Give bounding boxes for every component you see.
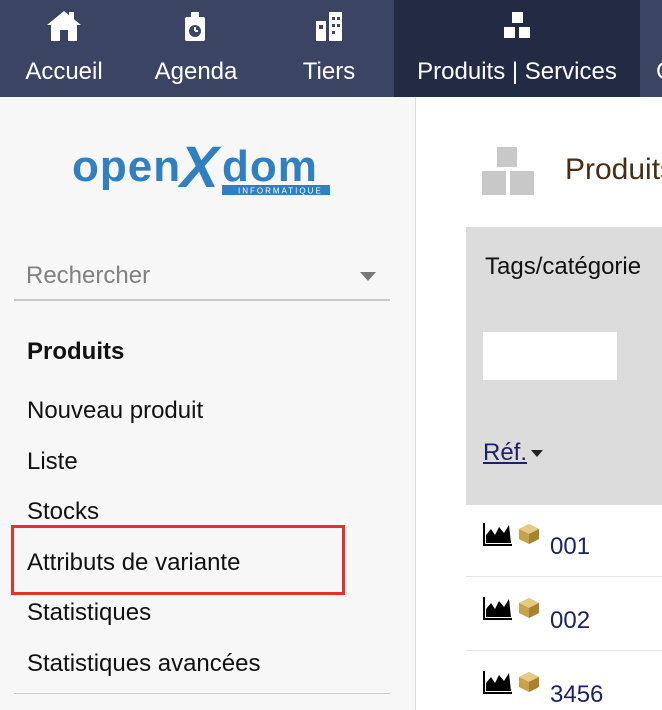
menu-item-statistiques[interactable]: Statistiques: [27, 599, 151, 627]
menu-item-nouveau-produit[interactable]: Nouveau produit: [27, 397, 203, 425]
sort-ref-label: Réf.: [483, 439, 528, 466]
nav-item-more[interactable]: C: [640, 0, 662, 97]
product-ref-link[interactable]: 001: [550, 533, 590, 561]
left-sidebar: open X dom INFORMATIQUE Produits Nouveau…: [0, 97, 416, 710]
svg-text:open: open: [72, 142, 181, 191]
nav-item-accueil[interactable]: Accueil: [0, 0, 128, 97]
nav-label: Produits | Services: [417, 58, 617, 85]
search-box: [14, 253, 390, 301]
home-icon: [44, 8, 84, 44]
nav-item-agenda[interactable]: Agenda: [128, 0, 264, 97]
filter-label-tags: Tags/catégorie: [485, 253, 642, 280]
svg-text:INFORMATIQUE: INFORMATIQUE: [238, 187, 323, 196]
menu-title-produits: Produits: [27, 338, 125, 365]
menu-item-stocks[interactable]: Stocks: [27, 498, 99, 526]
svg-text:dom: dom: [222, 142, 318, 191]
nav-item-produits-services[interactable]: Produits | Services: [394, 0, 640, 97]
main-content: Produits Tags/catégorie Réf.: [417, 97, 662, 710]
chevron-down-icon[interactable]: [360, 272, 376, 281]
table-row: 3456: [466, 653, 662, 710]
nav-label: C: [656, 58, 662, 86]
sort-ref-link[interactable]: Réf.: [483, 439, 544, 467]
search-input[interactable]: [26, 259, 346, 293]
product-box-icon: [518, 597, 540, 624]
product-box-icon: [518, 523, 540, 550]
nav-label: Agenda: [154, 58, 238, 85]
highlight-annotation: [11, 525, 345, 595]
openxdom-logo: open X dom INFORMATIQUE: [72, 135, 332, 203]
top-navigation-bar: Accueil Agenda Tiers Produits | Services: [0, 0, 662, 97]
table-header: Tags/catégorie Réf.: [466, 227, 662, 505]
stats-chart-icon[interactable]: [482, 595, 514, 626]
products-icon: [479, 145, 537, 203]
nav-label: Accueil: [25, 58, 103, 85]
stats-chart-icon[interactable]: [482, 669, 514, 700]
caret-down-icon: [531, 450, 544, 458]
products-table: Tags/catégorie Réf. 001 002 3456: [466, 227, 662, 710]
nav-item-tiers[interactable]: Tiers: [264, 0, 394, 97]
product-ref-link[interactable]: 002: [550, 607, 590, 635]
product-ref-link[interactable]: 3456: [550, 681, 603, 709]
table-row: 001: [466, 505, 662, 577]
svg-text:X: X: [177, 137, 222, 200]
agenda-icon: [176, 8, 216, 44]
menu-item-liste[interactable]: Liste: [27, 448, 78, 476]
stats-chart-icon[interactable]: [482, 521, 514, 552]
table-row: 002: [466, 579, 662, 651]
nav-label: Tiers: [302, 58, 356, 85]
product-box-icon: [518, 671, 540, 698]
page-title: Produits: [565, 153, 662, 186]
filter-input[interactable]: [483, 332, 617, 380]
sidebar-divider: [14, 693, 390, 694]
menu-item-statistiques-avancees[interactable]: Statistiques avancées: [27, 650, 260, 678]
buildings-icon: [309, 8, 349, 44]
boxes-icon: [497, 8, 537, 44]
